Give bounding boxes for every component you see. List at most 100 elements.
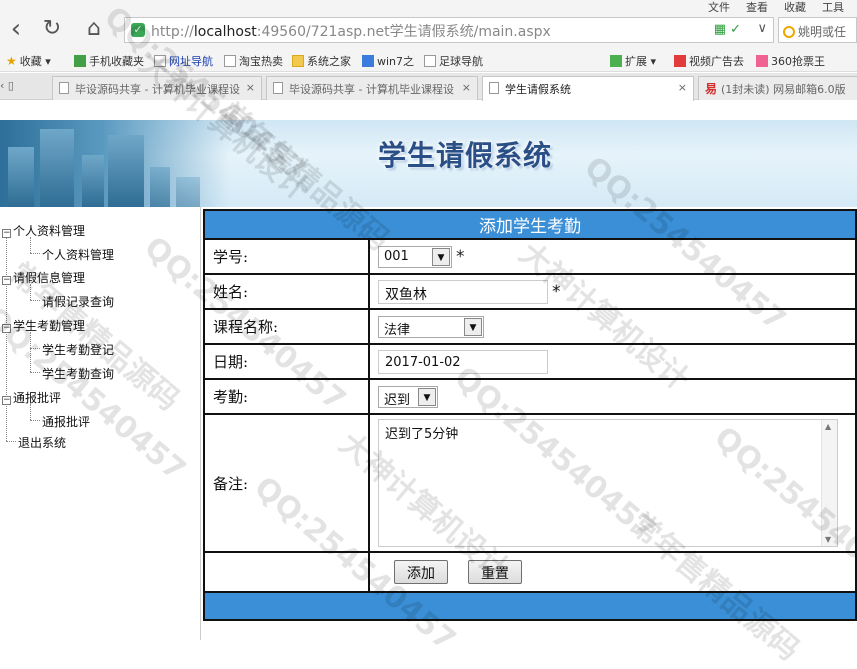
page-icon xyxy=(154,55,166,67)
tree-guide-line xyxy=(30,237,31,253)
student-id-label: 学号: xyxy=(203,238,370,275)
tree-item-leave-query[interactable]: 请假记录查询 xyxy=(42,293,114,310)
chevron-down-icon: ▼ xyxy=(432,247,450,266)
ticket-icon xyxy=(756,55,768,67)
course-select[interactable]: 法律 ▼ xyxy=(378,315,484,338)
tab-bishe-2[interactable]: 毕设源码共享 - 计算机毕业课程设 × xyxy=(266,76,478,100)
name-label: 姓名: xyxy=(203,273,370,310)
required-mark: * xyxy=(552,281,561,302)
tree-guide-line xyxy=(30,253,40,254)
phone-icon xyxy=(74,55,86,67)
bookmark-video[interactable]: 视频广告去 xyxy=(674,53,744,69)
attendance-label: 考勤: xyxy=(203,378,370,415)
tree-item-criticism[interactable]: 通报批评 xyxy=(42,413,90,430)
extension-icon xyxy=(610,55,622,67)
tab-strip: ‹ ▯ 毕设源码共享 - 计算机毕业课程设 × 毕设源码共享 - 计算机毕业课程设… xyxy=(0,73,857,101)
chevron-down-icon: ▼ xyxy=(464,317,482,336)
bookmark-xitong[interactable]: 系统之家 xyxy=(292,53,351,69)
collapse-icon[interactable]: − xyxy=(2,324,11,333)
tab-mail[interactable]: 易 (1封未读) 网易邮箱6.0版 xyxy=(698,76,857,100)
folder-icon xyxy=(292,55,304,67)
search-input[interactable]: 姚明或任 xyxy=(778,17,857,43)
scroll-up-icon[interactable]: ▲ xyxy=(825,422,831,431)
chevron-down-icon[interactable]: ∨ xyxy=(757,21,767,36)
tab-leave-system[interactable]: 学生请假系统 × xyxy=(482,76,694,101)
student-id-select[interactable]: 001 ▼ xyxy=(378,245,452,268)
tab-nav-icons[interactable]: ‹ ▯ xyxy=(0,79,14,92)
tree-node-criticism[interactable]: − 通报批评 xyxy=(2,389,61,406)
bookmark-favorites[interactable]: ★ 收藏 ▾ xyxy=(6,53,51,69)
bookmark-mobile[interactable]: 手机收藏夹 xyxy=(74,53,144,69)
bookmark-football[interactable]: 足球导航 xyxy=(424,53,483,69)
bookmark-win7[interactable]: win7之 xyxy=(362,53,414,69)
tab-bishe-1[interactable]: 毕设源码共享 - 计算机毕业课程设 × xyxy=(52,76,262,100)
date-label: 日期: xyxy=(203,343,370,380)
tree-guide-line xyxy=(30,348,40,349)
attendance-select[interactable]: 迟到 ▼ xyxy=(378,385,438,408)
tree-guide-line xyxy=(30,404,31,420)
reset-button[interactable]: 重置 xyxy=(468,560,522,584)
remark-textarea[interactable]: 迟到了5分钟 ▲ ▼ xyxy=(378,419,838,547)
close-icon[interactable]: × xyxy=(678,81,687,94)
star-icon: ★ xyxy=(6,54,17,68)
page-icon xyxy=(273,82,283,94)
security-shield-icon: ✓ xyxy=(131,23,145,37)
tree-guide-line xyxy=(6,441,16,442)
refresh-icon[interactable]: ↻ xyxy=(38,16,66,44)
remark-label: 备注: xyxy=(203,413,370,553)
bookmark-360[interactable]: 360抢票王 xyxy=(756,53,825,69)
close-icon[interactable]: × xyxy=(462,81,471,94)
home-icon[interactable]: ⌂ xyxy=(80,16,108,44)
tree-node-leave[interactable]: − 请假信息管理 xyxy=(2,269,85,286)
bookmark-taobao[interactable]: 淘宝热卖 xyxy=(224,53,283,69)
tree-node-attendance[interactable]: − 学生考勤管理 xyxy=(2,317,85,334)
bookmark-nav[interactable]: 网址导航 xyxy=(154,53,213,69)
tree-node-profile[interactable]: − 个人资料管理 xyxy=(2,222,85,239)
page-icon xyxy=(489,82,499,94)
date-field[interactable]: 2017-01-02 xyxy=(378,349,548,374)
bookmarks-bar: ★ 收藏 ▾ 手机收藏夹 网址导航 淘宝热卖 系统之家 win7之 足球导航 扩展… xyxy=(0,48,857,72)
tree-guide-line xyxy=(30,332,31,372)
page-icon xyxy=(424,55,436,67)
url-text: http://localhost:49560/721asp.net学生请假系统/… xyxy=(151,24,551,40)
browser-menu-bar: 文件 查看 收藏 工具 xyxy=(0,0,857,14)
page-icon xyxy=(59,82,69,94)
tree-guide-line xyxy=(30,372,40,373)
button-row-spacer xyxy=(203,551,370,593)
back-icon[interactable]: ‹ xyxy=(2,16,30,44)
tree-item-profile[interactable]: 个人资料管理 xyxy=(42,246,114,263)
close-icon[interactable]: × xyxy=(246,81,255,94)
textarea-scrollbar[interactable]: ▲ ▼ xyxy=(821,420,837,546)
tree-item-attendance-query[interactable]: 学生考勤查询 xyxy=(42,365,114,382)
name-field[interactable]: 双鱼林 xyxy=(378,279,548,304)
scroll-down-icon[interactable]: ▼ xyxy=(825,535,831,544)
collapse-icon[interactable]: − xyxy=(2,229,11,238)
page-tools-icon[interactable]: ▦ ✓ xyxy=(714,22,741,37)
add-button[interactable]: 添加 xyxy=(394,560,448,584)
tree-item-logout[interactable]: 退出系统 xyxy=(18,434,66,451)
tree-guide-line xyxy=(30,284,31,300)
city-skyline-image xyxy=(0,120,230,207)
chevron-down-icon: ▼ xyxy=(418,387,436,406)
mail-icon: 易 xyxy=(705,82,718,96)
tree-guide-line xyxy=(30,420,40,421)
required-mark: * xyxy=(456,246,465,267)
video-icon xyxy=(674,55,686,67)
tree-item-attendance-register[interactable]: 学生考勤登记 xyxy=(42,341,114,358)
page-icon xyxy=(224,55,236,67)
tree-guide-line xyxy=(30,300,40,301)
banner-title: 学生请假系统 xyxy=(378,139,553,172)
form-footer-bar xyxy=(203,591,857,621)
form-title: 添加学生考勤 xyxy=(203,209,857,240)
course-label: 课程名称: xyxy=(203,308,370,345)
browser-toolbar: ‹ ↻ ⌂ ✓ http://localhost:49560/721asp.ne… xyxy=(0,12,857,48)
address-bar[interactable]: ✓ http://localhost:49560/721asp.net学生请假系… xyxy=(124,17,774,43)
collapse-icon[interactable]: − xyxy=(2,396,11,405)
add-attendance-form: 添加学生考勤 学号: 001 ▼ * 姓名: 双鱼林 * 课程名称: 法律 ▼ 日期: … xyxy=(203,209,857,621)
sidebar-tree: − 个人资料管理 个人资料管理 − 请假信息管理 请假记录查询 − 学生考勤管理 学生… xyxy=(0,207,201,640)
bookmark-extensions[interactable]: 扩展 ▾ xyxy=(610,53,656,69)
collapse-icon[interactable]: − xyxy=(2,276,11,285)
globe-icon xyxy=(362,55,374,67)
page-banner: 学生请假系统 xyxy=(0,120,857,207)
tree-guide-line xyxy=(6,232,7,441)
